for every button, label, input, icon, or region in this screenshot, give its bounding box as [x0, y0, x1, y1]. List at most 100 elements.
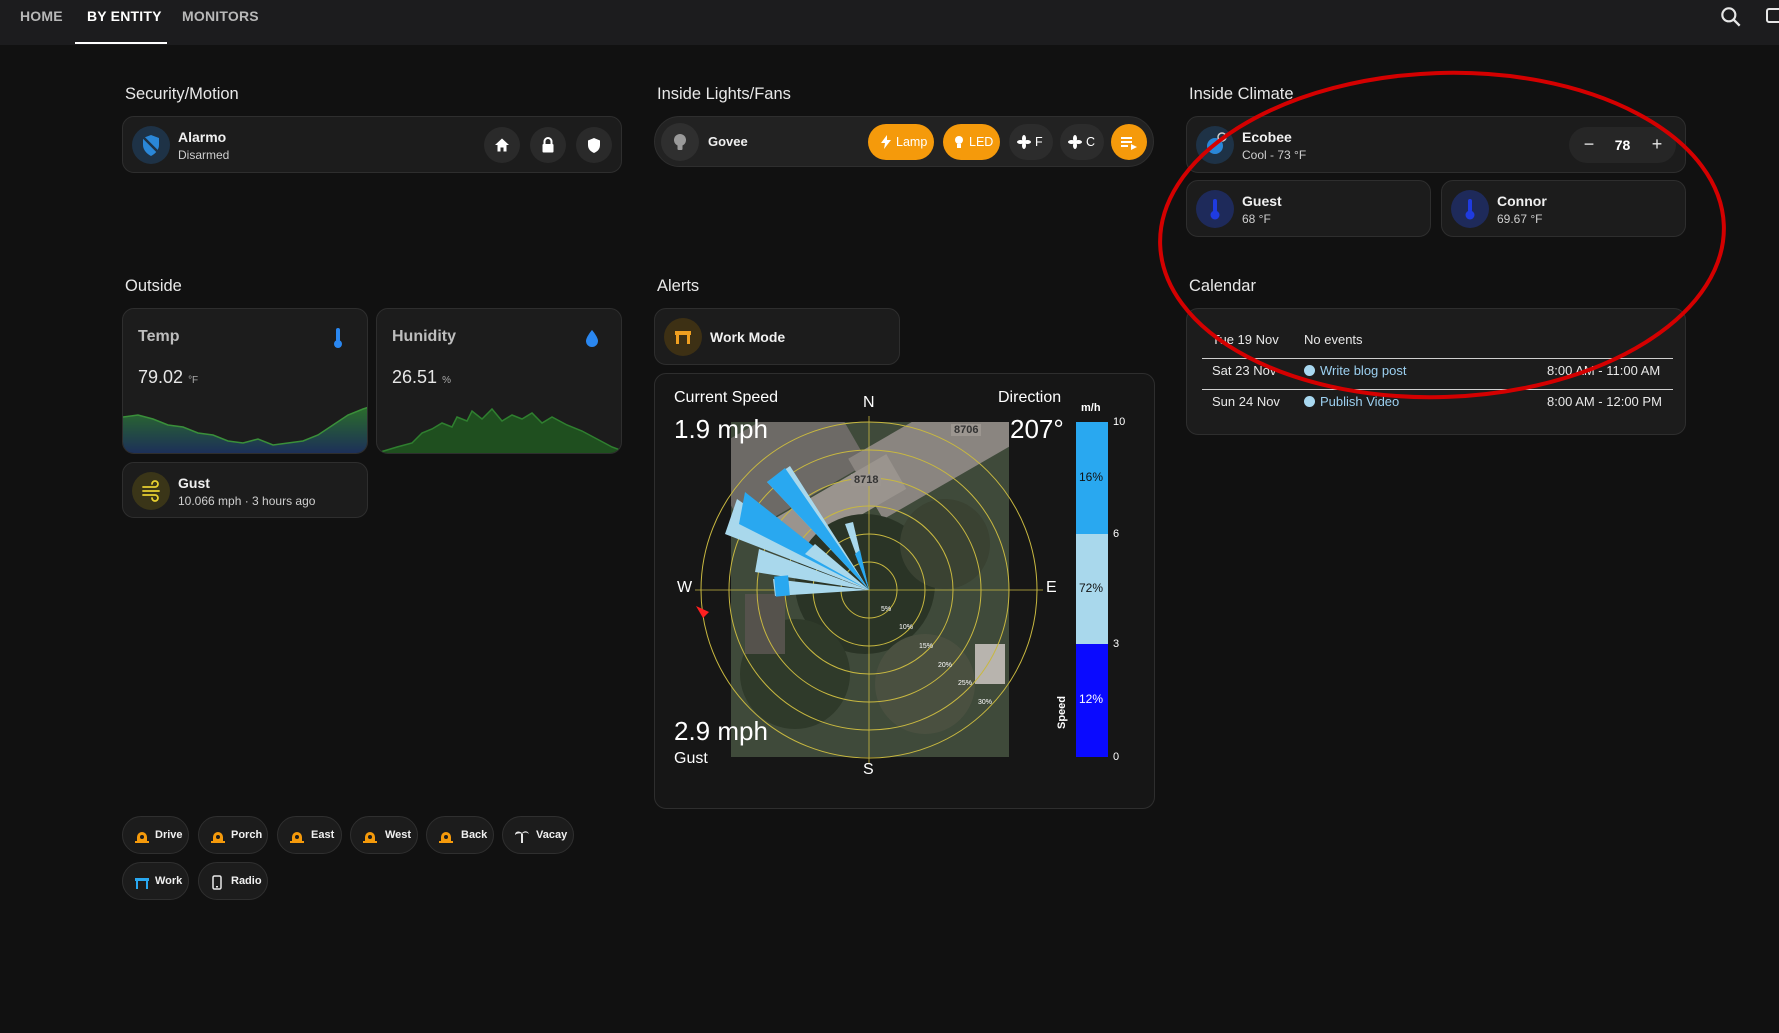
ring-label: 10%: [899, 624, 914, 631]
ecobee-card[interactable]: Ecobee Cool - 73 °F − 78 +: [1186, 116, 1686, 173]
scale-title: Speed: [1056, 695, 1068, 729]
chip-porch[interactable]: Porch: [198, 816, 268, 854]
playlist-button[interactable]: [1111, 124, 1147, 160]
compass-west: W: [677, 579, 693, 596]
gust-card[interactable]: Gust 10.066 mph · 3 hours ago: [122, 462, 368, 518]
arm-home-button[interactable]: [484, 127, 520, 163]
search-icon[interactable]: [1718, 4, 1744, 30]
lock-icon: [542, 137, 554, 153]
event-time: 8:00 AM - 11:00 AM: [1547, 363, 1661, 378]
ecobee-state: Cool - 73 °F: [1242, 148, 1307, 162]
ecobee-name: Ecobee: [1242, 129, 1292, 145]
ring-label: 30%: [978, 699, 993, 706]
temp-sensor-card[interactable]: Temp 79.02 °F: [122, 308, 368, 454]
direction-value: 207°: [1010, 414, 1064, 444]
event-title: No events: [1304, 332, 1363, 347]
humidity-value-row: 26.51 %: [392, 367, 451, 388]
desk-icon: [664, 318, 702, 356]
guest-name: Guest: [1242, 193, 1282, 209]
fan-c-pill[interactable]: C: [1060, 124, 1104, 160]
section-title-lights: Inside Lights/Fans: [657, 85, 791, 103]
chip-label: East: [311, 829, 335, 841]
humidity-sensor-card[interactable]: Hunidity 26.51 %: [376, 308, 622, 454]
lamp-pill[interactable]: Lamp: [868, 124, 934, 160]
chip-radio[interactable]: Radio: [198, 862, 268, 900]
tab-monitors[interactable]: MONITORS: [182, 0, 259, 45]
alarm-name: Alarmo: [178, 129, 227, 145]
temp-label: Temp: [138, 328, 180, 345]
fan-f-label: F: [1035, 135, 1043, 149]
current-speed-label: Current Speed: [674, 389, 779, 406]
decrease-button[interactable]: −: [1577, 133, 1601, 157]
work-mode-card[interactable]: Work Mode: [654, 308, 900, 365]
map-label: 8718: [851, 474, 882, 486]
event-date: Sat 23 Nov: [1212, 363, 1277, 378]
direction-pointer: [696, 606, 709, 618]
chip-label: Vacay: [536, 829, 568, 841]
govee-card[interactable]: Govee Lamp LED F C: [654, 116, 1154, 167]
calendar-card: Tue 19 Nov No events Sat 23 Nov Write bl…: [1186, 308, 1686, 435]
fan-c-label: C: [1086, 135, 1096, 149]
humidity-history-graph: [377, 407, 621, 453]
bulb-off-icon: [661, 123, 699, 161]
scale-tick: 0: [1113, 751, 1120, 763]
chip-label: Radio: [231, 875, 262, 887]
camera-icon: [439, 832, 453, 843]
arm-night-button[interactable]: [576, 127, 612, 163]
chip-west[interactable]: West: [350, 816, 418, 854]
gust-name: Gust: [178, 475, 210, 491]
chip-east[interactable]: East: [277, 816, 342, 854]
scale-tick: 3: [1113, 638, 1120, 650]
ring-label: 20%: [938, 662, 953, 669]
fan-icon: [1068, 135, 1082, 149]
led-pill[interactable]: LED: [943, 124, 1000, 160]
section-title-climate: Inside Climate: [1189, 85, 1294, 103]
fan-icon: [1017, 135, 1031, 149]
ring-label: 15%: [919, 643, 934, 650]
connor-room-card[interactable]: Connor 69.67 °F: [1441, 180, 1686, 237]
lamp-label: Lamp: [896, 135, 928, 149]
fan-f-pill[interactable]: F: [1009, 124, 1053, 160]
chip-vacay[interactable]: Vacay: [502, 816, 574, 854]
alarm-card[interactable]: Alarmo Disarmed: [122, 116, 622, 173]
assist-icon[interactable]: [1764, 4, 1779, 30]
ring-label: 5%: [881, 606, 892, 613]
temp-history-graph: [123, 406, 367, 453]
calendar-event[interactable]: Publish Video: [1304, 394, 1399, 409]
section-title-calendar: Calendar: [1189, 277, 1256, 295]
chip-drive[interactable]: Drive: [122, 816, 189, 854]
humidity-value: 26.51: [392, 367, 438, 387]
work-mode-name: Work Mode: [710, 329, 786, 345]
connor-temp: 69.67 °F: [1497, 212, 1543, 226]
event-dot: [1304, 396, 1315, 407]
map-label: 8706: [951, 424, 982, 436]
camera-icon: [211, 832, 225, 843]
tab-by-entity[interactable]: BY ENTITY: [87, 0, 162, 45]
home-icon: [495, 138, 509, 152]
section-title-alerts: Alerts: [657, 277, 700, 295]
gust-detail: 10.066 mph · 3 hours ago: [178, 494, 316, 508]
calendar-event[interactable]: Write blog post: [1304, 363, 1406, 378]
tab-home[interactable]: HOME: [20, 0, 63, 45]
bolt-icon: [881, 135, 891, 149]
thermometer-icon: [334, 328, 342, 348]
scale-unit: m/h: [1081, 402, 1101, 414]
arm-away-button[interactable]: [530, 127, 566, 163]
led-label: LED: [969, 135, 994, 149]
current-speed-value: 1.9 mph: [674, 414, 768, 444]
increase-button[interactable]: +: [1645, 133, 1669, 157]
chip-back[interactable]: Back: [426, 816, 494, 854]
chip-label: Porch: [231, 829, 263, 841]
gust-speed-label: Gust: [674, 750, 708, 767]
scale-percent: 72%: [1079, 581, 1104, 595]
setpoint-control: − 78 +: [1569, 127, 1676, 163]
windrose-card: 8706 8718 5% 10% 15% 20% 25% 30% N S E W…: [654, 373, 1155, 809]
event-date: Sun 24 Nov: [1212, 394, 1280, 409]
ring-label: 25%: [958, 680, 973, 687]
thermometer-icon: [1451, 190, 1489, 228]
chip-work[interactable]: Work: [122, 862, 189, 900]
humidity-unit: %: [442, 375, 451, 386]
guest-temp: 68 °F: [1242, 212, 1271, 226]
gust-speed-value: 2.9 mph: [674, 716, 768, 746]
guest-room-card[interactable]: Guest 68 °F: [1186, 180, 1431, 237]
